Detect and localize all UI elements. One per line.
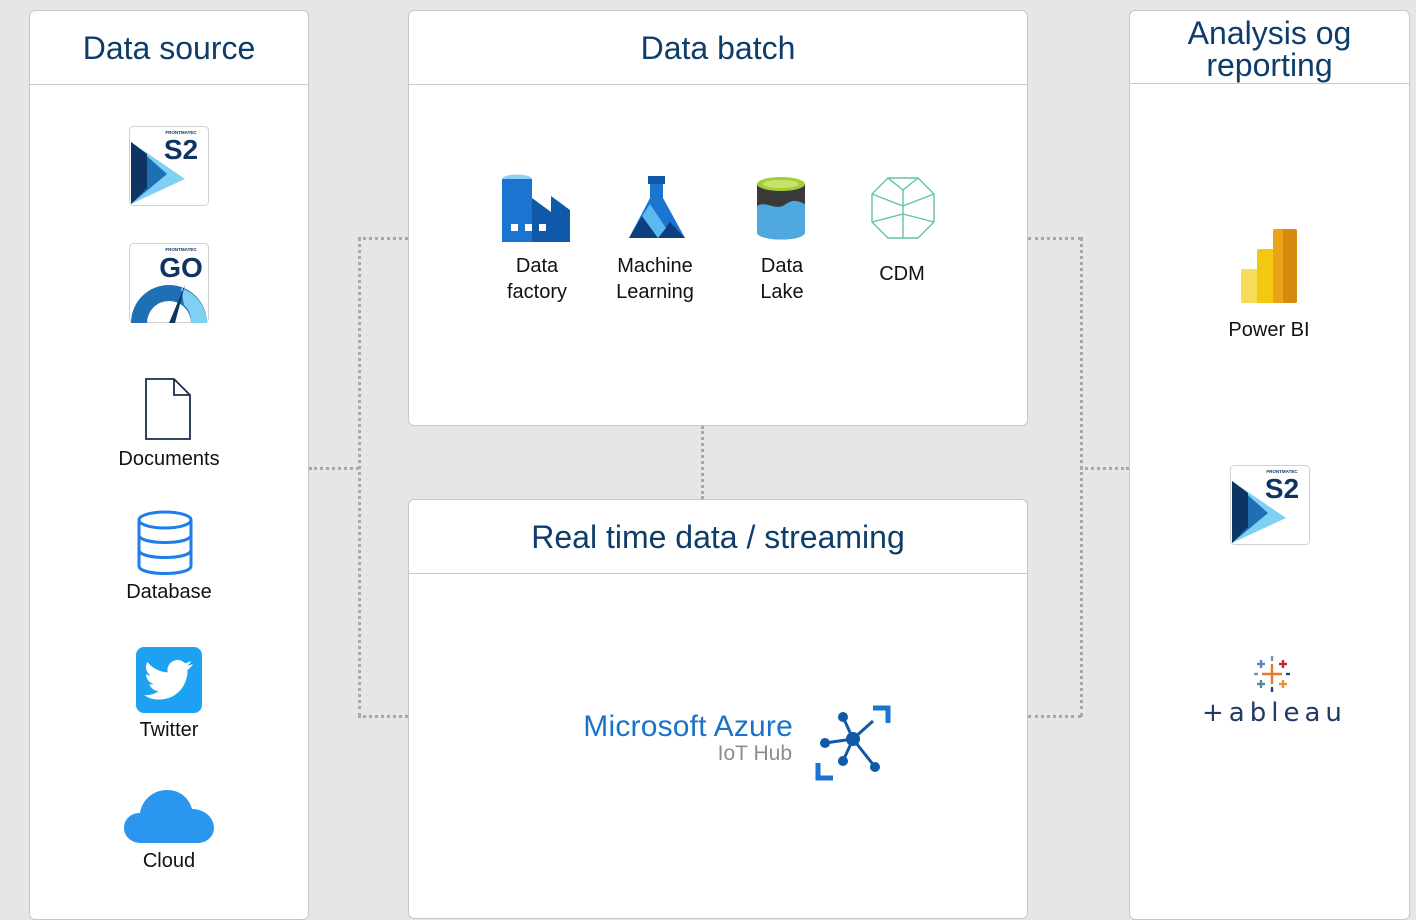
iot-hub-icon bbox=[815, 705, 891, 781]
frontmatec-s2-report-logo: FRONTMATEC S2 bbox=[1230, 465, 1310, 545]
machine-learning-icon bbox=[628, 176, 686, 238]
twitter-icon bbox=[136, 647, 202, 713]
analysis-header: Analysis og reporting bbox=[1130, 11, 1409, 84]
connector-source-h bbox=[309, 467, 359, 470]
document-icon bbox=[144, 378, 192, 440]
s2-report-logo-text: S2 bbox=[1265, 473, 1299, 504]
s2-logo-text: S2 bbox=[164, 134, 198, 165]
data-lake-icon bbox=[756, 176, 806, 240]
connector-middle-v bbox=[701, 426, 704, 499]
frontmatec-go-logo: FRONTMATEC GO bbox=[129, 243, 209, 323]
data-factory-icon bbox=[501, 174, 571, 242]
realtime-panel: Real time data / streaming bbox=[408, 499, 1028, 919]
cdm-icon bbox=[871, 176, 935, 240]
analysis-title-line2: reporting bbox=[1206, 47, 1333, 83]
data-source-header: Data source bbox=[30, 11, 308, 85]
connector-left-bottom bbox=[358, 715, 408, 718]
connector-right-bottom bbox=[1028, 715, 1081, 718]
twitter-label: Twitter bbox=[139, 719, 199, 741]
connector-left-v bbox=[358, 237, 361, 717]
azure-iot-title: Microsoft Azure bbox=[583, 710, 793, 743]
power-bi-icon bbox=[1241, 229, 1297, 303]
realtime-header: Real time data / streaming bbox=[409, 500, 1027, 574]
database-label: Database bbox=[126, 581, 212, 603]
realtime-title: Real time data / streaming bbox=[531, 518, 905, 555]
database-icon bbox=[136, 510, 194, 576]
connector-right-top bbox=[1028, 237, 1081, 240]
documents-label: Documents bbox=[118, 448, 220, 470]
cloud-label: Cloud bbox=[142, 850, 196, 872]
data-batch-title: Data batch bbox=[640, 29, 796, 66]
data-batch-header: Data batch bbox=[409, 11, 1027, 85]
cloud-icon bbox=[123, 788, 215, 844]
connector-right-v bbox=[1080, 237, 1083, 717]
azure-iot-subtitle: IoT Hub bbox=[717, 742, 792, 765]
connector-left-top bbox=[358, 237, 408, 240]
frontmatec-s2-logo: FRONTMATEC S2 bbox=[129, 126, 209, 206]
data-source-title: Data source bbox=[82, 29, 256, 66]
cdm-label: CDM bbox=[879, 263, 925, 285]
connector-analysis-h bbox=[1080, 467, 1129, 470]
tableau-wordmark: +ableau bbox=[1202, 698, 1347, 728]
power-bi-label: Power BI bbox=[1228, 319, 1310, 341]
go-logo-text: GO bbox=[159, 252, 203, 283]
analysis-title-line1: Analysis og bbox=[1187, 15, 1352, 51]
tableau-cross-icon bbox=[1252, 656, 1292, 692]
